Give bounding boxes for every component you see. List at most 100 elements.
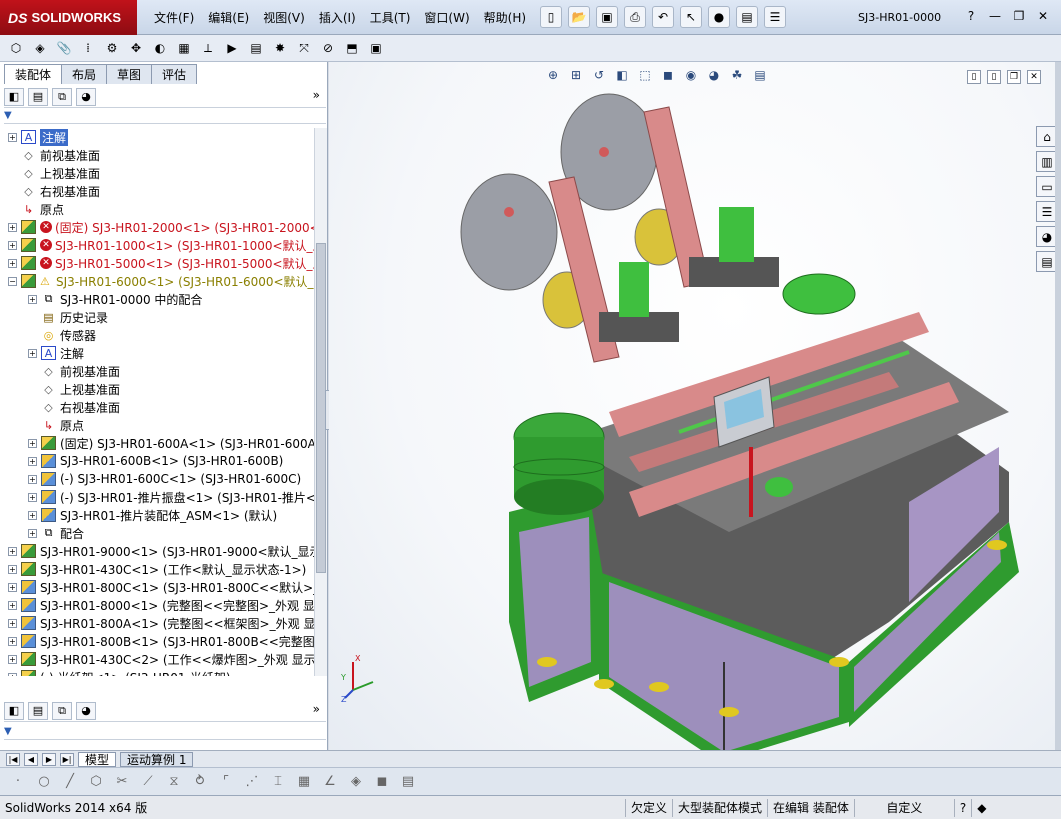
expand-toggle-icon[interactable]: + [8, 582, 17, 592]
tree-row[interactable]: + ⧉ SJ3-HR01-0000 中的配合 [0, 290, 314, 308]
tree-row[interactable]: ◇ 前视基准面 [0, 362, 314, 380]
viewport-close-icon[interactable]: ✕ [1027, 70, 1041, 84]
options-icon[interactable]: ☰ [764, 6, 786, 28]
status-units[interactable]: 自定义 [855, 798, 955, 817]
fillet-icon[interactable]: ⌜ [216, 772, 236, 792]
tree-row[interactable]: ◇ 前视基准面 [0, 146, 314, 164]
centerline-icon[interactable]: ⋰ [242, 772, 262, 792]
tab-layout[interactable]: 布局 [61, 64, 108, 84]
restore-icon[interactable]: ❐ [1009, 7, 1029, 25]
offset-icon[interactable]: ⥁ [190, 772, 210, 792]
table-icon[interactable]: ▤ [398, 772, 418, 792]
tab-assembly[interactable]: 装配体 [4, 64, 63, 84]
tree-row[interactable]: + (-) SJ3-HR01-推片振盘<1> (SJ3-HR01-推片<<SJ2 [0, 488, 314, 506]
close-icon[interactable]: ✕ [1033, 7, 1053, 25]
menu-insert[interactable]: 插入(I) [312, 9, 363, 26]
status-tag-icon[interactable]: ◆ [972, 799, 991, 817]
insert-component-icon[interactable]: ⬡ [6, 38, 26, 58]
trim-icon[interactable]: ✂ [112, 772, 132, 792]
expand-toggle-icon[interactable]: + [28, 528, 37, 538]
tree-row[interactable]: + SJ3-HR01-800A<1> (完整图<<框架图>_外观 显示状 [0, 614, 314, 632]
3d-sketch-icon[interactable]: ◈ [346, 772, 366, 792]
bill-of-materials-icon[interactable]: ▤ [246, 38, 266, 58]
polygon-icon[interactable]: ⬡ [86, 772, 106, 792]
help-icon[interactable]: ? [961, 7, 981, 25]
menu-tools[interactable]: 工具(T) [363, 9, 418, 26]
display-manager-icon[interactable]: ◕ [76, 87, 96, 106]
tree-row[interactable]: + A 注解 [0, 128, 314, 146]
new-document-icon[interactable]: ▯ [540, 6, 562, 28]
tree-row[interactable]: + ✕(固定) SJ3-HR01-2000<1> (SJ3-HR01-2000<默… [0, 218, 314, 236]
expand-toggle-icon[interactable]: + [28, 348, 37, 358]
tree-row[interactable]: + (固定) SJ3-HR01-600A<1> (SJ3-HR01-600A<默认… [0, 434, 314, 452]
tree-row[interactable]: ◇ 右视基准面 [0, 182, 314, 200]
feature-manager-icon[interactable]: ◧ [4, 87, 24, 106]
print-icon[interactable]: ⎙ [624, 6, 646, 28]
menu-help[interactable]: 帮助(H) [477, 9, 533, 26]
feature-manager-icon[interactable]: ◧ [4, 701, 24, 720]
expand-toggle-icon[interactable]: + [8, 222, 17, 232]
last-tab-icon[interactable]: ▶| [60, 752, 74, 766]
tree-row[interactable]: + SJ3-HR01-600B<1> (SJ3-HR01-600B) [0, 452, 314, 470]
tree-row[interactable]: ◇ 上视基准面 [0, 164, 314, 182]
reference-geometry-icon[interactable]: ⟂ [198, 38, 218, 58]
tree-row[interactable]: ◇ 右视基准面 [0, 398, 314, 416]
file-properties-icon[interactable]: ▤ [736, 6, 758, 28]
mate-icon[interactable]: 📎 [54, 38, 74, 58]
tree-row[interactable]: + SJ3-HR01-推片装配体_ASM<1> (默认) [0, 506, 314, 524]
tree-row[interactable]: + ✕SJ3-HR01-1000<1> (SJ3-HR01-1000<默认_显示状 [0, 236, 314, 254]
tree-row[interactable]: + A 注解 [0, 344, 314, 362]
tree-row[interactable]: + SJ3-HR01-800B<1> (SJ3-HR01-800B<<完整图>_外… [0, 632, 314, 650]
expand-toggle-icon[interactable]: + [8, 240, 17, 250]
angle-icon[interactable]: ∠ [320, 772, 340, 792]
expand-toggle-icon[interactable]: + [28, 474, 37, 484]
extend-icon[interactable]: ⟋ [138, 772, 158, 792]
expand-toggle-icon[interactable]: + [8, 636, 17, 646]
assembly-model-render[interactable] [329, 62, 1029, 767]
tree-row[interactable]: ◇ 上视基准面 [0, 380, 314, 398]
expand-toggle-icon[interactable]: + [8, 564, 17, 574]
property-manager-icon[interactable]: ▤ [28, 701, 48, 720]
minimize-icon[interactable]: — [985, 7, 1005, 25]
configuration-manager-icon[interactable]: ⧉ [52, 87, 72, 106]
tree-row[interactable]: + (-) SJ3-HR01-600C<1> (SJ3-HR01-600C) [0, 470, 314, 488]
tree-row[interactable]: ↳ 原点 [0, 416, 314, 434]
tree-row[interactable]: + ⧉ 配合 [0, 524, 314, 542]
menu-window[interactable]: 窗口(W) [417, 9, 476, 26]
new-part-icon[interactable]: ◈ [30, 38, 50, 58]
expand-toggle-icon[interactable]: + [8, 132, 17, 142]
move-component-icon[interactable]: ✥ [126, 38, 146, 58]
tab-model[interactable]: 模型 [78, 751, 117, 767]
assembly-features-icon[interactable]: ▦ [174, 38, 194, 58]
expand-toggle-icon[interactable]: + [28, 510, 37, 520]
select-pointer-icon[interactable]: ↖ [680, 6, 702, 28]
tab-motion-study[interactable]: 运动算例 1 [120, 751, 194, 767]
exploded-view-icon[interactable]: ✸ [270, 38, 290, 58]
next-tab-icon[interactable]: ▶ [42, 752, 56, 766]
circle-icon[interactable]: ○ [34, 772, 54, 792]
expand-chevron-icon[interactable]: » [313, 88, 320, 102]
graphics-area[interactable]: ⊕ ⊞ ↺ ◧ ⬚ ◼ ◉ ◕ ☘ ▤ ▯ ▯ ❐ ✕ ⌂ ▥ ▭ ☰ ◕ ▤ [329, 62, 1061, 767]
grid-icon[interactable]: ▦ [294, 772, 314, 792]
tree-row[interactable]: − ⚠ SJ3-HR01-6000<1> (SJ3-HR01-6000<默认_显示状 [0, 272, 314, 290]
filter-icon[interactable]: ▼ [4, 726, 12, 737]
tab-sketch[interactable]: 草图 [106, 64, 153, 84]
expand-chevron-icon[interactable]: » [313, 702, 320, 716]
save-icon[interactable]: ▣ [596, 6, 618, 28]
menu-edit[interactable]: 编辑(E) [201, 9, 256, 26]
tree-row[interactable]: ↳ 原点 [0, 200, 314, 218]
tree-row[interactable]: + SJ3-HR01-800C<1> (SJ3-HR01-800C<<默认>_外观… [0, 578, 314, 596]
solidworks-logo[interactable]: DS SOLIDWORKS [0, 0, 137, 35]
tree-row[interactable]: + SJ3-HR01-9000<1> (SJ3-HR01-9000<默认_显示状态… [0, 542, 314, 560]
first-tab-icon[interactable]: |◀ [6, 752, 20, 766]
tree-row[interactable]: + SJ3-HR01-8000<1> (完整图<<完整图>_外观 显示状 [0, 596, 314, 614]
rebuild-traffic-light-icon[interactable]: ● [708, 6, 730, 28]
expand-toggle-icon[interactable]: + [8, 618, 17, 628]
lower-tree-filter[interactable]: ▼ [4, 726, 326, 740]
prev-tab-icon[interactable]: ◀ [24, 752, 38, 766]
new-motion-study-icon[interactable]: ▶ [222, 38, 242, 58]
tree-row[interactable]: ◎ 传感器 [0, 326, 314, 344]
configuration-manager-icon[interactable]: ⧉ [52, 701, 72, 720]
line-icon[interactable]: ╱ [60, 772, 80, 792]
instant3d-icon[interactable]: ⬒ [342, 38, 362, 58]
